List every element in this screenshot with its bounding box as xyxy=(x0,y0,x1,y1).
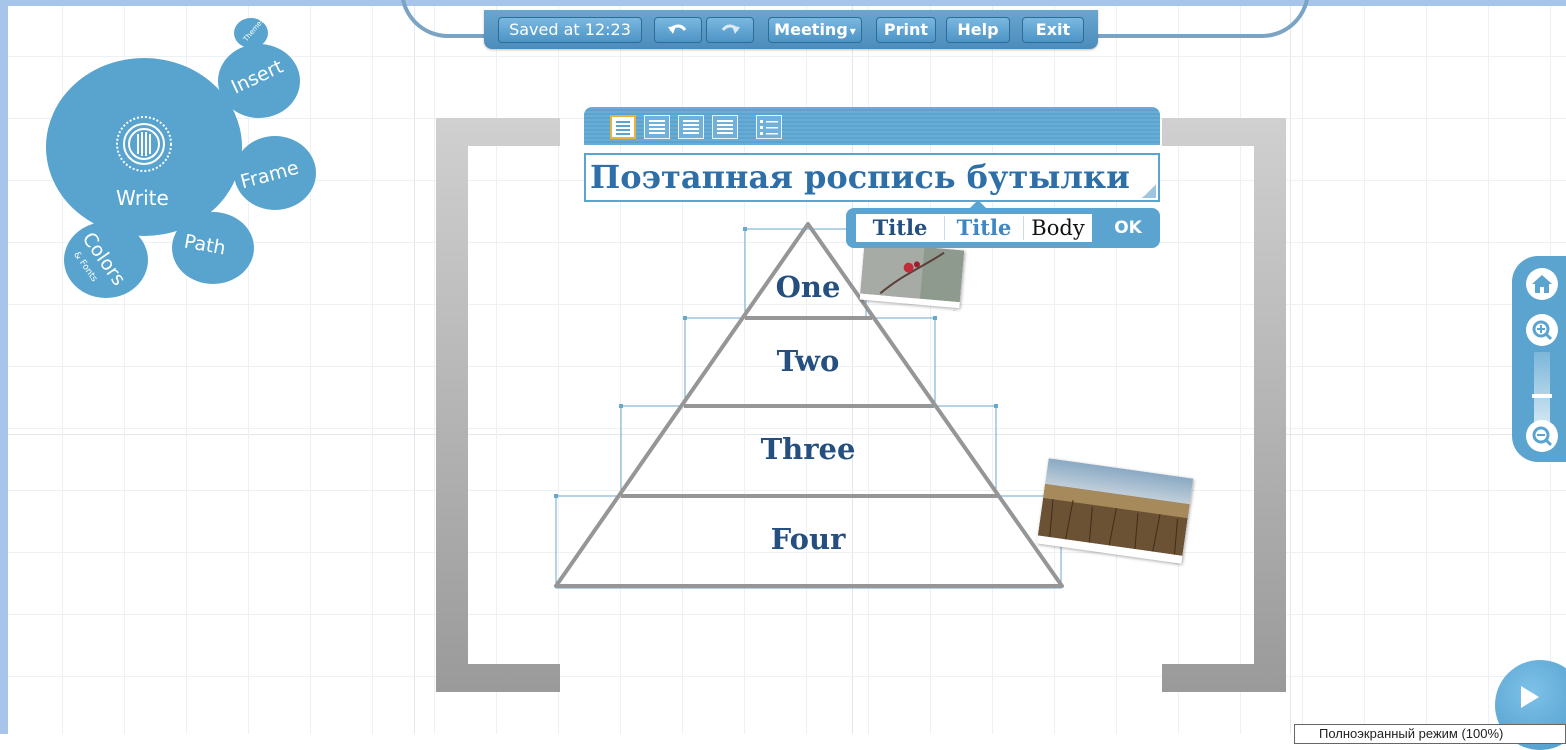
tier-label-four[interactable]: Four xyxy=(700,522,916,556)
zoom-slider-knob[interactable] xyxy=(1532,394,1552,398)
bullet-list-button[interactable] xyxy=(756,115,782,139)
chevron-down-icon: ▾ xyxy=(849,24,856,38)
title-text: Поэтапная роспись бутылки xyxy=(590,158,1130,196)
insert-bubble[interactable]: Insert xyxy=(218,44,300,118)
justify-button[interactable] xyxy=(712,115,738,139)
status-tooltip: Полноэкранный режим (100%) xyxy=(1294,724,1566,744)
home-button[interactable] xyxy=(1526,268,1558,300)
align-right-button[interactable] xyxy=(678,115,704,139)
colors-fonts-bubble[interactable]: Colors & Fonts xyxy=(64,222,148,298)
zoom-panel xyxy=(1512,256,1566,462)
zoom-slider[interactable] xyxy=(1534,352,1550,422)
berry-photo[interactable]: ... xyxy=(859,241,965,312)
redo-button[interactable] xyxy=(706,17,754,43)
meeting-button[interactable]: Meeting ▾ xyxy=(768,17,862,43)
top-toolbar: Saved at 12:23 Meeting ▾ Print Help Exit xyxy=(484,10,1098,49)
insert-label: Insert xyxy=(227,55,287,99)
style-title-light[interactable]: Title xyxy=(945,214,1023,242)
zoom-out-button[interactable] xyxy=(1526,420,1558,452)
meeting-label: Meeting xyxy=(774,20,848,39)
home-icon xyxy=(1532,275,1552,293)
berry-image xyxy=(860,241,965,303)
zoom-in-icon xyxy=(1532,320,1553,341)
print-button[interactable]: Print xyxy=(876,17,936,43)
text-style-picker: Title Title Body OK xyxy=(846,200,1160,248)
exit-button[interactable]: Exit xyxy=(1022,17,1084,43)
undo-button[interactable] xyxy=(654,17,702,43)
style-options: Title Title Body xyxy=(856,214,1092,242)
frame-bubble[interactable]: Frame xyxy=(234,136,316,210)
path-label: Path xyxy=(182,230,228,260)
title-text-input[interactable]: Поэтапная роспись бутылки xyxy=(584,153,1160,202)
write-icon xyxy=(116,116,172,172)
window-left-edge xyxy=(0,0,8,734)
zoom-in-button[interactable] xyxy=(1526,314,1558,346)
tier-label-three[interactable]: Three xyxy=(700,432,916,466)
redo-icon xyxy=(721,24,740,34)
undo-icon xyxy=(668,24,687,34)
saved-status: Saved at 12:23 xyxy=(498,17,642,43)
align-left-icon xyxy=(616,121,630,135)
right-bracket-frame[interactable] xyxy=(1162,118,1288,692)
path-bubble[interactable]: Path xyxy=(172,212,254,284)
resize-grip-icon[interactable] xyxy=(1142,184,1156,198)
align-right-icon xyxy=(683,120,699,134)
align-center-icon xyxy=(649,120,665,134)
align-left-button[interactable] xyxy=(610,115,636,139)
style-body[interactable]: Body xyxy=(1024,214,1092,242)
write-bubble[interactable]: Write xyxy=(46,58,242,236)
ok-button[interactable]: OK xyxy=(1108,214,1148,242)
write-label: Write xyxy=(116,186,169,210)
help-button[interactable]: Help xyxy=(946,17,1010,43)
tier-label-two[interactable]: Two xyxy=(700,344,916,378)
bullet-list-icon xyxy=(760,120,778,135)
align-center-button[interactable] xyxy=(644,115,670,139)
style-title-dark[interactable]: Title xyxy=(856,214,944,242)
text-format-toolbar xyxy=(584,107,1160,145)
frame-label: Frame xyxy=(238,156,302,194)
justify-icon xyxy=(717,120,733,134)
themes-label: Themes xyxy=(241,16,266,44)
themes-bubble[interactable]: Themes xyxy=(234,16,268,48)
zoom-out-icon xyxy=(1532,426,1553,447)
